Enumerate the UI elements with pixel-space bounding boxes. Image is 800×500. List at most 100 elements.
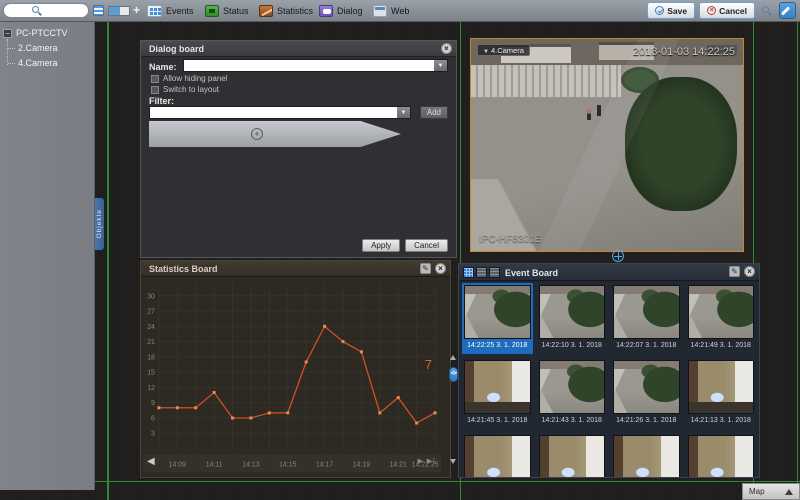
event-thumbnail[interactable]: 14:21:43 3. 1. 2018 <box>537 358 608 429</box>
dialog-board-panel: Dialog board × Name: ▼ Allow hiding pane… <box>140 40 457 258</box>
event-thumbnail[interactable]: 14:21:49 3. 1. 2018 <box>686 283 757 354</box>
allow-hiding-checkbox-row[interactable]: Allow hiding panel <box>151 74 228 83</box>
view-list-icon[interactable] <box>476 267 487 278</box>
tree-connector-tick <box>8 63 15 64</box>
event-snapshot-image <box>613 360 680 414</box>
tab-status[interactable]: Status <box>200 2 254 20</box>
dialog-cancel-button[interactable]: Cancel <box>405 239 448 252</box>
sidebar-item-camera4[interactable]: 4.Camera <box>18 58 58 68</box>
add-icon[interactable]: + <box>133 3 140 17</box>
event-board-header[interactable]: Event Board ✎ × <box>459 264 759 281</box>
edit-pencil-icon[interactable]: ✎ <box>420 263 431 274</box>
dialog-board-actions: Apply Cancel <box>362 239 448 252</box>
event-snapshot-image <box>539 435 606 477</box>
filter-field[interactable] <box>150 107 410 118</box>
event-board-panel: Event Board ✎ × 14:22:25 3. 1. 201814:22… <box>458 263 760 478</box>
event-thumbnail-selected[interactable]: 14:22:25 3. 1. 2018 <box>462 283 533 354</box>
statistics-chart-icon <box>259 5 273 17</box>
cross-icon: × <box>707 6 716 15</box>
web-window-icon <box>373 5 387 17</box>
svg-text:15: 15 <box>147 370 155 377</box>
event-snapshot-image <box>688 360 755 414</box>
switch-layout-label: Switch to layout <box>163 85 219 94</box>
event-thumbnail[interactable]: 14:21:26 3. 1. 2018 <box>611 358 682 429</box>
layers-icon[interactable] <box>93 5 104 16</box>
save-button[interactable]: Save <box>647 2 695 19</box>
dialog-bubble-icon <box>319 5 333 17</box>
event-thumbnail[interactable]: 14:21:45 3. 1. 2018 <box>462 358 533 429</box>
allow-hiding-checkbox[interactable] <box>151 75 159 83</box>
event-thumbnail[interactable]: 14:22:07 3. 1. 2018 <box>611 283 682 354</box>
event-thumbnail[interactable] <box>611 433 682 477</box>
tab-web[interactable]: Web <box>368 2 414 20</box>
dialog-board-header[interactable]: Dialog board × <box>141 41 456 57</box>
cancel-button[interactable]: × Cancel <box>699 2 755 19</box>
switch-layout-checkbox-row[interactable]: Switch to layout <box>151 85 219 94</box>
chevron-down-icon[interactable]: ▼ <box>397 107 410 118</box>
event-timestamp: 14:21:45 3. 1. 2018 <box>464 414 531 427</box>
splitter-arrow-up-icon[interactable] <box>450 355 456 360</box>
view-grid-icon[interactable] <box>463 267 474 278</box>
apply-button[interactable]: Apply <box>362 239 400 252</box>
camera-live-view[interactable]: ▼4.Camera 2018-01-03 14:22:25 IPC-HF8301… <box>470 38 744 252</box>
close-icon[interactable]: × <box>441 43 452 54</box>
tools-button[interactable] <box>779 2 796 19</box>
event-thumbnail[interactable]: 14:21:13 3. 1. 2018 <box>686 358 757 429</box>
svg-text:14:19: 14:19 <box>353 461 371 468</box>
sidebar-item-camera2[interactable]: 2.Camera <box>18 43 58 53</box>
name-field[interactable] <box>184 60 447 71</box>
statistics-board-panel: Statistics Board ✎ × 3691215182124273014… <box>140 260 451 478</box>
status-icon <box>205 5 219 17</box>
toolbar-right-group: Save × Cancel <box>647 2 796 19</box>
map-button[interactable]: Map <box>742 483 800 500</box>
tab-status-label: Status <box>223 6 249 16</box>
svg-text:14:17: 14:17 <box>316 461 334 468</box>
filter-chain-banner[interactable]: + <box>149 121 401 147</box>
objects-side-tab[interactable]: Objekte <box>95 198 104 250</box>
tab-statistics-label: Statistics <box>277 6 313 16</box>
tab-dialog-label: Dialog <box>337 6 363 16</box>
zoom-slider[interactable] <box>108 6 130 16</box>
chevron-down-icon[interactable]: ▼ <box>434 60 447 71</box>
camera-watermark: IPC-HF8301E <box>479 234 541 245</box>
edit-pencil-icon[interactable]: ✎ <box>729 266 740 277</box>
plus-circle-icon[interactable]: + <box>251 128 263 140</box>
event-snapshot-image <box>464 285 531 339</box>
name-combobox[interactable]: ▼ <box>183 59 448 72</box>
event-thumbnail[interactable] <box>537 433 608 477</box>
statistics-board-header[interactable]: Statistics Board ✎ × <box>141 261 450 277</box>
magnifier-button[interactable] <box>759 3 775 19</box>
chart-scroll-left-icon[interactable]: ◀ <box>147 456 155 467</box>
chart-play-icons[interactable]: ▶ ▶| <box>417 457 436 465</box>
filter-combobox[interactable]: ▼ <box>149 106 411 119</box>
event-snapshot-image <box>464 435 531 477</box>
tab-dialog[interactable]: Dialog <box>314 2 368 20</box>
statistics-chart-area: 3691215182124273014:0914:1114:1314:1514:… <box>143 277 441 478</box>
view-detail-icon[interactable] <box>489 267 500 278</box>
event-thumbnail[interactable]: 14:22:10 3. 1. 2018 <box>537 283 608 354</box>
save-button-label: Save <box>667 6 687 16</box>
search-input[interactable] <box>4 4 88 17</box>
move-anchor-icon[interactable] <box>612 250 624 262</box>
tree-collapse-icon[interactable]: − <box>3 29 12 38</box>
statistics-board-title: Statistics Board <box>141 261 450 274</box>
camera-scene-pedestrian <box>597 105 601 116</box>
tree-root-node[interactable]: − PC-PTCCTV <box>3 28 68 38</box>
top-toolbar: + Events Status Statistics Dialog Web Sa… <box>0 0 800 22</box>
camera-name-chip[interactable]: ▼4.Camera <box>477 44 530 56</box>
statistics-line-chart: 3691215182124273014:0914:1114:1314:1514:… <box>143 277 441 473</box>
add-filter-button[interactable]: Add <box>420 106 448 119</box>
close-icon[interactable]: × <box>744 266 755 277</box>
splitter-arrow-down-icon[interactable] <box>450 459 456 464</box>
event-thumbnail[interactable] <box>686 433 757 477</box>
svg-text:24: 24 <box>147 324 155 331</box>
tab-statistics[interactable]: Statistics <box>254 2 318 20</box>
event-thumbnail[interactable] <box>462 433 533 477</box>
panel-splitter[interactable]: <> <box>449 263 458 478</box>
close-icon[interactable]: × <box>435 263 446 274</box>
splitter-handle[interactable]: <> <box>449 367 458 382</box>
svg-text:14:15: 14:15 <box>279 461 297 468</box>
svg-text:3: 3 <box>151 431 155 438</box>
switch-layout-checkbox[interactable] <box>151 86 159 94</box>
tab-events[interactable]: Events <box>142 2 199 20</box>
